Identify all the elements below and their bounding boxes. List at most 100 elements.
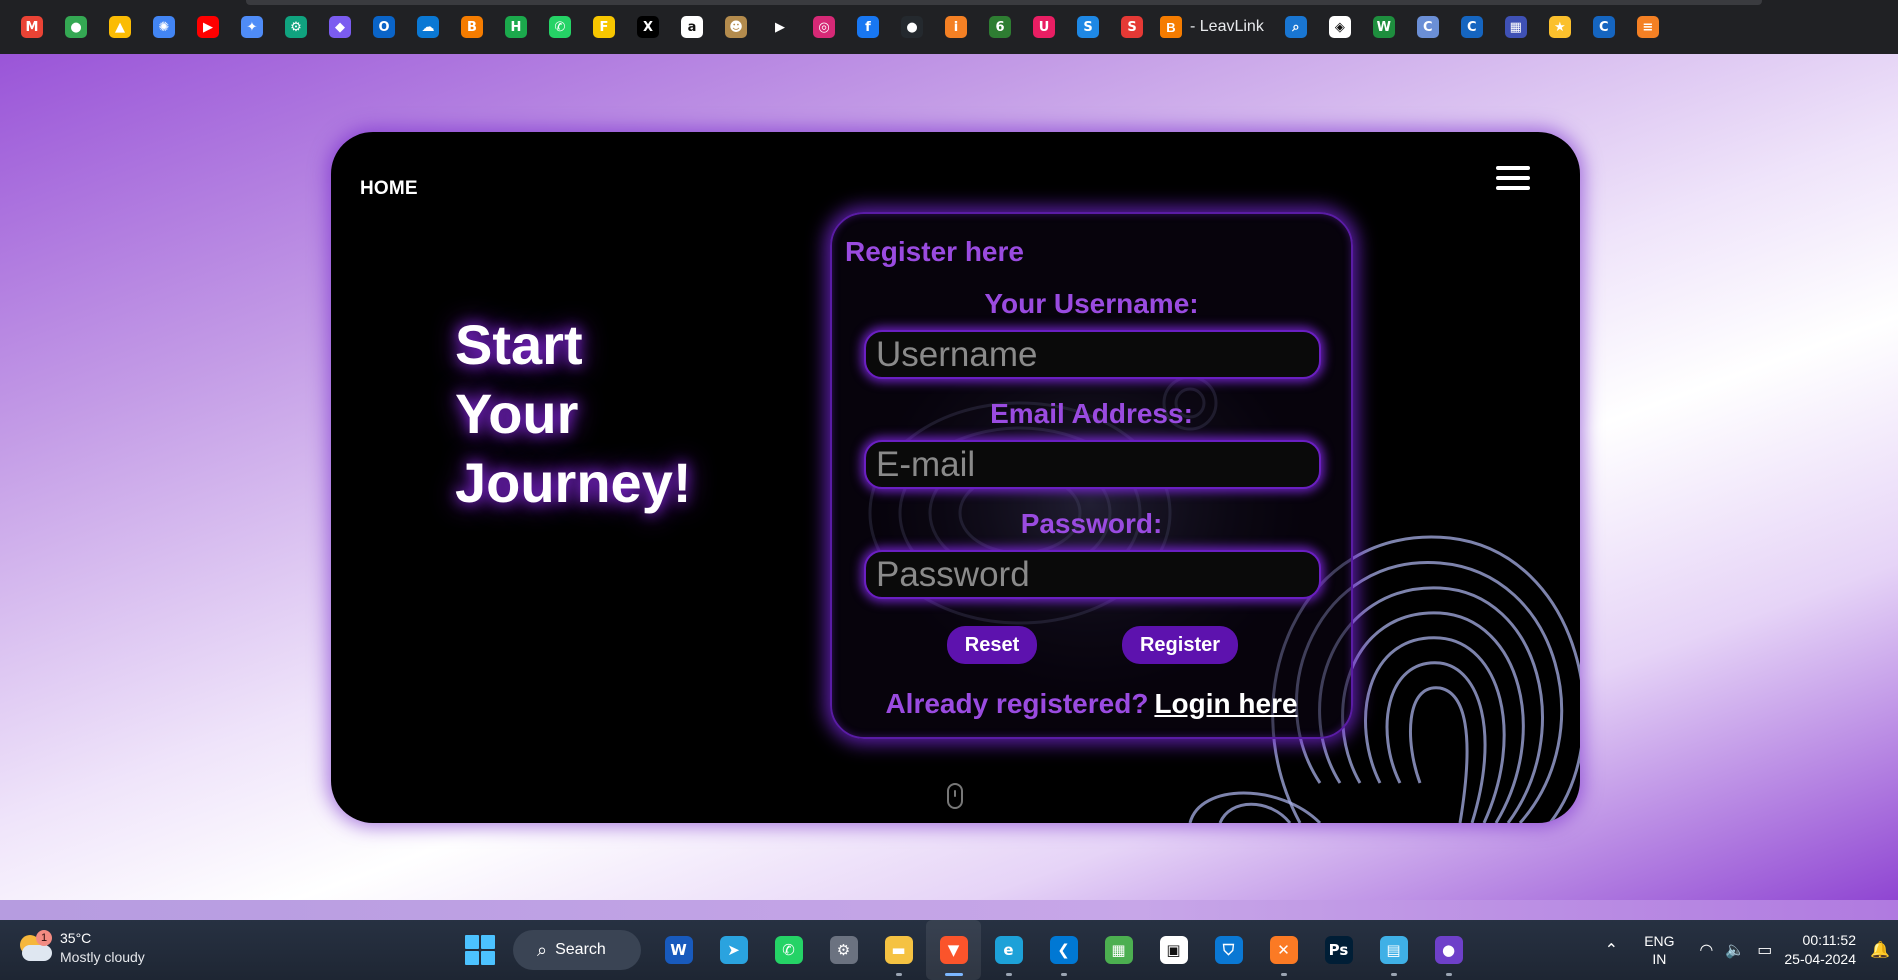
username-input[interactable]: [864, 330, 1321, 379]
weather-widget[interactable]: 1 35°C Mostly cloudy: [18, 929, 145, 967]
email-input[interactable]: [864, 440, 1321, 489]
running-indicator: [1445, 973, 1452, 976]
flipkart-shortcut[interactable]: F: [582, 0, 626, 54]
drive-icon: ▲: [109, 16, 131, 38]
instagram-shortcut[interactable]: ◎: [802, 0, 846, 54]
clock[interactable]: 00:11:52 25-04-2024: [1784, 931, 1870, 969]
w-shortcut[interactable]: W: [1362, 0, 1406, 54]
windows-logo-icon: [464, 935, 495, 965]
password-input[interactable]: [864, 550, 1321, 599]
login-link[interactable]: Login here: [1154, 688, 1297, 719]
chatgpt-shortcut[interactable]: ⚙: [274, 0, 318, 54]
settings-icon: ⚙: [829, 936, 858, 964]
start-button[interactable]: [452, 920, 507, 980]
star-icon: ★: [1548, 16, 1571, 38]
s-blue-shortcut[interactable]: S: [1066, 0, 1110, 54]
telegram-shortcut[interactable]: ➤: [706, 920, 761, 980]
defender-shortcut[interactable]: ⛉: [1201, 920, 1256, 980]
notepad-shortcut[interactable]: ▤: [1366, 920, 1421, 980]
nav-home-link[interactable]: HOME: [360, 178, 418, 200]
notification-bell-icon[interactable]: 🔔: [1870, 940, 1898, 960]
language-indicator[interactable]: ENG IN: [1631, 932, 1687, 968]
bookmarks-left-group: M ● ▲ ✺ ▶ ✦ ⚙ ◆ O ☁ B H ✆ F Xa ☻ ▶ ◎ f ● i 6 U S S: [10, 0, 1154, 54]
stack-icon: ≡: [1636, 16, 1659, 38]
running-indicator: [1390, 973, 1397, 976]
brave-shortcut[interactable]: ▼: [926, 920, 981, 980]
leaf-shortcut[interactable]: 6: [978, 0, 1022, 54]
app-grid-shortcut[interactable]: ▦: [1091, 920, 1146, 980]
youtube-icon: ▶: [197, 16, 219, 38]
codepen-shortcut[interactable]: ◈: [1318, 0, 1362, 54]
x-shortcut[interactable]: X: [626, 0, 670, 54]
volume-icon: 🔈: [1725, 942, 1746, 959]
quick-settings[interactable]: ◠ 🔈 ▭: [1687, 940, 1784, 960]
xampp-icon: ✕: [1269, 936, 1298, 964]
bookmark-folder-label: - LeavLink: [1190, 18, 1264, 35]
youtube-shortcut[interactable]: ▶: [186, 0, 230, 54]
hamburger-menu-icon[interactable]: [1496, 166, 1530, 190]
c-blue-shortcut[interactable]: C: [1450, 0, 1494, 54]
star-shortcut[interactable]: ★: [1538, 0, 1582, 54]
file-explorer-icon: ▬: [884, 936, 913, 964]
file-explorer-shortcut[interactable]: ▬: [871, 920, 926, 980]
stack-shortcut[interactable]: ≡: [1626, 0, 1670, 54]
c-blue2-shortcut[interactable]: C: [1582, 0, 1626, 54]
scroll-mouse-icon: [947, 783, 963, 809]
form-title: Register here: [845, 236, 1024, 267]
github-shortcut[interactable]: ●: [890, 0, 934, 54]
photos-shortcut[interactable]: ✺: [142, 0, 186, 54]
weather-cloud-icon: 1: [18, 930, 52, 963]
mask-shortcut[interactable]: ☻: [714, 0, 758, 54]
facebook-shortcut[interactable]: f: [846, 0, 890, 54]
github-desktop-icon: ●: [1434, 936, 1463, 964]
word-icon: W: [664, 936, 693, 964]
bookmark-app-shortcut[interactable]: U: [1022, 0, 1066, 54]
bookmarks-bar: M ● ▲ ✺ ▶ ✦ ⚙ ◆ O ☁ B H ✆ F Xa ☻ ▶ ◎ f ● i 6 U S S B - LeavLink …: [0, 0, 1898, 54]
amazon-shortcut[interactable]: a: [670, 0, 714, 54]
chevron-up-icon[interactable]: ⌃: [1591, 940, 1631, 960]
menu-bar: [1496, 166, 1530, 170]
settings-shortcut[interactable]: ⚙: [816, 920, 871, 980]
info-shortcut[interactable]: i: [934, 0, 978, 54]
whatsapp-shortcut[interactable]: ✆: [538, 0, 582, 54]
drive-shortcut[interactable]: ▲: [98, 0, 142, 54]
reset-button[interactable]: Reset: [947, 626, 1037, 664]
register-button[interactable]: Register: [1122, 626, 1238, 664]
menu-bar: [1496, 176, 1530, 180]
github-desktop-shortcut[interactable]: ●: [1421, 920, 1476, 980]
store-shortcut[interactable]: ▣: [1146, 920, 1201, 980]
outlook-shortcut[interactable]: O: [362, 0, 406, 54]
xampp-shortcut[interactable]: ✕: [1256, 920, 1311, 980]
taskbar-search[interactable]: ⌕ Search: [513, 930, 641, 970]
onedrive-shortcut[interactable]: ☁: [406, 0, 450, 54]
bookmark-folder-leavlink[interactable]: B - LeavLink: [1154, 0, 1274, 54]
word-shortcut[interactable]: W: [651, 920, 706, 980]
page-background: HOME Start Your Journey! Register here Y…: [0, 54, 1898, 901]
wifi-icon: ◠: [1699, 942, 1714, 959]
search-bookmark-shortcut[interactable]: ⌕: [1274, 0, 1318, 54]
c-blue2-icon: C: [1592, 16, 1615, 38]
hackerrank-shortcut[interactable]: H: [494, 0, 538, 54]
maps-shortcut[interactable]: ●: [54, 0, 98, 54]
gmail-icon: M: [21, 16, 43, 38]
gemini-icon: ✦: [241, 16, 263, 38]
gemini-shortcut[interactable]: ✦: [230, 0, 274, 54]
already-registered-text: Already registered?: [885, 688, 1149, 719]
battery-icon: ▭: [1757, 942, 1773, 959]
play-shortcut[interactable]: ▶: [758, 0, 802, 54]
copilot-shortcut[interactable]: ◆: [318, 0, 362, 54]
edge-shortcut[interactable]: e: [981, 920, 1036, 980]
layout-shortcut[interactable]: ▦: [1494, 0, 1538, 54]
cbt-icon: C: [1416, 16, 1439, 38]
vscode-shortcut[interactable]: ❮: [1036, 920, 1091, 980]
mask-icon: ☻: [725, 16, 747, 38]
facebook-icon: f: [857, 16, 879, 38]
leaf-icon: 6: [989, 16, 1011, 38]
s-red-shortcut[interactable]: S: [1110, 0, 1154, 54]
maps-icon: ●: [65, 16, 87, 38]
cbt-shortcut[interactable]: C: [1406, 0, 1450, 54]
gmail-shortcut[interactable]: M: [10, 0, 54, 54]
whatsapp-taskbar-shortcut[interactable]: ✆: [761, 920, 816, 980]
blogger-shortcut[interactable]: B: [450, 0, 494, 54]
photoshop-shortcut[interactable]: Ps: [1311, 920, 1366, 980]
